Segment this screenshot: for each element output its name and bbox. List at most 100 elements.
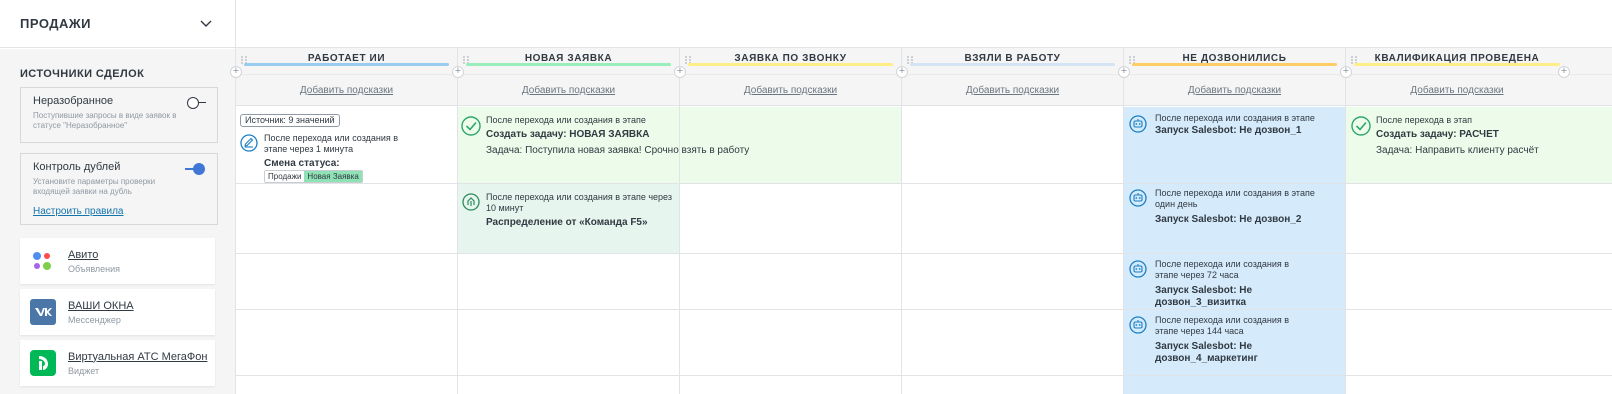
add-stage-button[interactable]: + bbox=[1118, 66, 1130, 78]
board-top-bar bbox=[236, 0, 1612, 48]
column-qualified: КВАЛИФИКАЦИЯ ПРОВЕДЕНА Добавить подсказк… bbox=[1346, 48, 1612, 394]
duplicates-box: Контроль дублей Установите параметры про… bbox=[20, 153, 218, 225]
column-header[interactable]: КВАЛИФИКАЦИЯ ПРОВЕДЕНА bbox=[1346, 48, 1612, 75]
column-ai: РАБОТАЕТ ИИ Добавить подсказки bbox=[236, 48, 458, 394]
task-check-icon bbox=[1351, 116, 1371, 136]
add-stage-button[interactable]: + bbox=[896, 66, 908, 78]
trigger-text: После перехода или создания в этапе чере… bbox=[486, 192, 672, 213]
stage-color-bar bbox=[688, 63, 893, 66]
action-text: Создать задачу: НОВАЯ ЗАЯВКА bbox=[486, 129, 650, 140]
column-header[interactable]: ЗАЯВКА ПО ЗВОНКУ bbox=[680, 48, 901, 75]
trigger-text: После перехода или создания в этапе bbox=[486, 115, 646, 125]
add-hints-link[interactable]: Добавить подсказки bbox=[744, 85, 837, 96]
chip-stage: Новая Заявка bbox=[304, 171, 362, 182]
sources-title: ИСТОЧНИКИ СДЕЛОК bbox=[20, 68, 145, 80]
source-card-avito[interactable]: Авито Объявления bbox=[20, 238, 215, 284]
automation-create-task[interactable]: После перехода или создания в этапе Созд… bbox=[486, 115, 886, 156]
automation-distribution[interactable]: После перехода или создания в этапе чере… bbox=[486, 192, 676, 229]
hint-row: Добавить подсказки bbox=[1124, 75, 1345, 106]
add-hints-link[interactable]: Добавить подсказки bbox=[966, 85, 1059, 96]
trigger-text: После перехода или создания в этапе bbox=[1155, 113, 1315, 123]
column-in-work: ВЗЯЛИ В РАБОТУ Добавить подсказки bbox=[902, 48, 1124, 394]
column-header[interactable]: НОВАЯ ЗАЯВКА bbox=[458, 48, 679, 75]
column-header[interactable]: РАБОТАЕТ ИИ bbox=[236, 48, 457, 75]
hint-row: Добавить подсказки bbox=[902, 75, 1123, 106]
source-name[interactable]: ВАШИ ОКНА bbox=[68, 300, 134, 312]
column-title: НЕ ДОЗВОНИЛИСЬ bbox=[1182, 52, 1287, 64]
task-detail-text: Задача: Поступила новая заявка! Срочно в… bbox=[486, 145, 750, 156]
pipeline-selector[interactable]: ПРОДАЖИ bbox=[0, 0, 235, 48]
unsorted-box: Неразобранное Поступившие запросы в виде… bbox=[20, 87, 218, 143]
automation-salesbot-4[interactable]: После перехода или создания в этапе чере… bbox=[1155, 315, 1305, 365]
add-hints-link[interactable]: Добавить подсказки bbox=[300, 85, 393, 96]
automation-status-change-body: После перехода или создания в этапе чере… bbox=[264, 133, 404, 183]
stage-color-bar bbox=[1354, 63, 1560, 66]
add-hints-link[interactable]: Добавить подсказки bbox=[522, 85, 615, 96]
megafon-icon bbox=[30, 350, 56, 376]
add-stage-button[interactable]: + bbox=[674, 66, 686, 78]
duplicates-title: Контроль дублей bbox=[33, 161, 121, 173]
trigger-text: После перехода или создания в этапе чере… bbox=[264, 133, 399, 154]
add-stage-button[interactable]: + bbox=[1340, 66, 1352, 78]
source-card-megafon[interactable]: Виртуальная АТС МегаФон Виджет bbox=[20, 340, 215, 386]
column-title: РАБОТАЕТ ИИ bbox=[307, 52, 386, 64]
add-stage-button[interactable]: + bbox=[452, 66, 464, 78]
action-text: Смена статуса: bbox=[264, 158, 340, 169]
column-header[interactable]: НЕ ДОЗВОНИЛИСЬ bbox=[1124, 48, 1345, 75]
chevron-down-icon[interactable] bbox=[199, 17, 213, 31]
unsorted-toggle[interactable] bbox=[187, 97, 206, 109]
source-name[interactable]: Авито bbox=[68, 249, 120, 261]
chip-pipeline: Продажи bbox=[265, 171, 305, 182]
column-title: ВЗЯЛИ В РАБОТУ bbox=[964, 52, 1061, 64]
trigger-text: После перехода в этап bbox=[1376, 115, 1472, 125]
add-hints-link[interactable]: Добавить подсказки bbox=[1188, 85, 1281, 96]
duplicates-desc: Установите параметры проверки входящей з… bbox=[33, 177, 156, 196]
action-text: Запуск Salesbot: Не дозвон_4_маркетинг bbox=[1155, 341, 1258, 364]
distribution-icon bbox=[462, 193, 480, 211]
salesbot-icon bbox=[1129, 189, 1147, 207]
unsorted-title: Неразобранное bbox=[33, 95, 114, 107]
stage-color-bar bbox=[910, 63, 1115, 66]
add-stage-button[interactable]: + bbox=[1558, 66, 1570, 78]
stage-color-bar bbox=[244, 63, 449, 66]
action-line: Смена статуса: Продажи Новая Заявка bbox=[264, 158, 404, 183]
duplicates-toggle[interactable] bbox=[185, 163, 205, 175]
trigger-text: После перехода или создания в этапе один… bbox=[1155, 188, 1315, 209]
salesbot-icon bbox=[1129, 316, 1147, 334]
action-text: Запуск Salesbot: Не дозвон_2 bbox=[1155, 214, 1302, 225]
source-filter-badge[interactable]: Источник: 9 значений bbox=[240, 114, 340, 127]
action-text: Создать задачу: РАСЧЕТ bbox=[1376, 129, 1499, 140]
trigger-text: После перехода или создания в этапе чере… bbox=[1155, 315, 1290, 336]
column-title: КВАЛИФИКАЦИЯ ПРОВЕДЕНА bbox=[1374, 52, 1540, 64]
column-header[interactable]: ВЗЯЛИ В РАБОТУ bbox=[902, 48, 1123, 75]
source-name[interactable]: Виртуальная АТС МегаФон bbox=[68, 351, 207, 363]
sources-panel: ИСТОЧНИКИ СДЕЛОК Неразобранное Поступивш… bbox=[0, 49, 235, 394]
status-change-icon bbox=[240, 134, 258, 152]
add-stage-button[interactable]: + bbox=[230, 66, 242, 78]
stage-color-bar bbox=[466, 63, 671, 66]
hint-row: Добавить подсказки bbox=[1346, 75, 1612, 106]
action-text: Распределение от «Команда F5» bbox=[486, 217, 648, 228]
configure-rules-link[interactable]: Настроить правила bbox=[33, 206, 205, 217]
automation-salesbot-1[interactable]: После перехода или создания в этапе Запу… bbox=[1155, 113, 1345, 137]
source-type: Мессенджер bbox=[68, 314, 121, 325]
task-check-icon bbox=[461, 116, 481, 136]
add-hints-link[interactable]: Добавить подсказки bbox=[1410, 85, 1503, 96]
automation-board: РАБОТАЕТ ИИ Добавить подсказки НОВАЯ ЗАЯ… bbox=[230, 0, 1612, 394]
vk-icon bbox=[30, 299, 56, 325]
automation-create-task-qualified[interactable]: После перехода в этап Создать задачу: РА… bbox=[1376, 115, 1596, 156]
stage-color-bar bbox=[1132, 63, 1337, 66]
automation-salesbot-2[interactable]: После перехода или создания в этапе один… bbox=[1155, 188, 1335, 226]
automation-status-change[interactable]: Источник: 9 значений bbox=[240, 114, 454, 127]
automation-salesbot-3[interactable]: После перехода или создания в этапе чере… bbox=[1155, 259, 1305, 309]
hint-row: Добавить подсказки bbox=[458, 75, 679, 106]
stage-chip: Продажи Новая Заявка bbox=[264, 170, 363, 183]
salesbot-icon bbox=[1129, 260, 1147, 278]
task-detail-text: Задача: Направить клиенту расчёт bbox=[1376, 145, 1539, 156]
pipeline-title: ПРОДАЖИ bbox=[20, 16, 92, 31]
hint-row: Добавить подсказки bbox=[680, 75, 901, 106]
source-type: Объявления bbox=[68, 263, 121, 274]
action-text: Запуск Salesbot: Не дозвон_3_визитка bbox=[1155, 285, 1253, 308]
salesbot-icon bbox=[1129, 115, 1147, 133]
source-card-vk[interactable]: ВАШИ ОКНА Мессенджер bbox=[20, 289, 215, 335]
